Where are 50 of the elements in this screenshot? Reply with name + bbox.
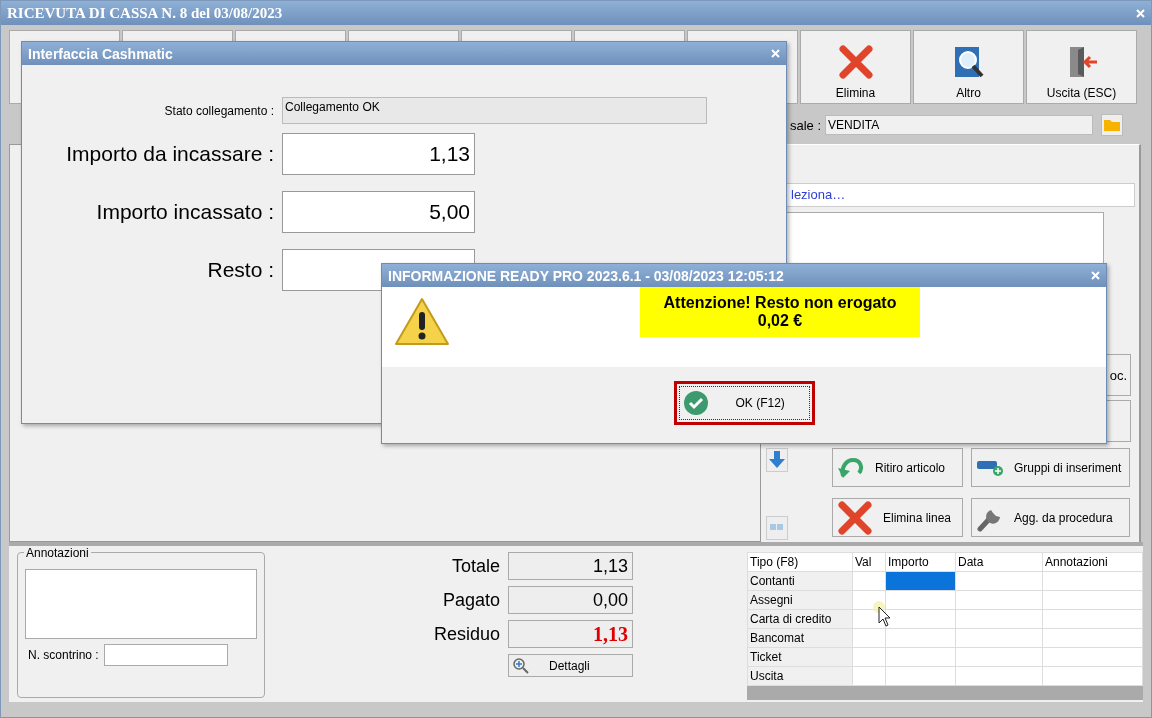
- undo-arrow-icon: [837, 455, 865, 480]
- column-header[interactable]: Val: [852, 552, 886, 572]
- column-header[interactable]: Annotazioni: [1042, 552, 1143, 572]
- close-icon[interactable]: [1136, 8, 1145, 18]
- causale-field[interactable]: VENDITA: [825, 115, 1094, 135]
- toolbar-button[interactable]: Uscita (ESC): [1026, 30, 1137, 104]
- scroll-bar[interactable]: [747, 686, 1143, 700]
- annotations-field[interactable]: [25, 569, 258, 639]
- amount-field[interactable]: 1,13: [282, 133, 475, 175]
- zoom-in-icon: [513, 657, 529, 674]
- field-label: Importo incassato :: [95, 200, 274, 224]
- field-label: sale :: [790, 117, 822, 133]
- window-title: RICEVUTA DI CASSA N. 8 del 03/08/2023: [7, 4, 283, 22]
- field-label: Resto :: [206, 258, 274, 282]
- close-icon[interactable]: [771, 49, 780, 58]
- action-button[interactable]: Ritiro articolo: [832, 448, 963, 487]
- warning-icon: [394, 297, 450, 347]
- cross-icon: [837, 44, 874, 80]
- toolbar-button[interactable]: Elimina: [800, 30, 911, 104]
- action-button[interactable]: Gruppi di inseriment: [971, 448, 1130, 487]
- toolbar-button[interactable]: Altro: [913, 30, 1024, 104]
- folder-icon: [1103, 118, 1122, 132]
- column-header[interactable]: Importo: [885, 552, 956, 572]
- close-icon[interactable]: [1091, 271, 1100, 280]
- group-title: Annotazioni: [24, 546, 91, 560]
- action-button[interactable]: Elimina linea: [832, 498, 963, 537]
- status-field: Collegamento OK: [282, 97, 707, 124]
- folder-button[interactable]: [1101, 114, 1124, 136]
- total-label: Residuo: [433, 623, 500, 645]
- dialog-title: Interfaccia Cashmatic: [28, 45, 173, 62]
- total-value: 0,00: [508, 586, 633, 614]
- total-value: 1,13: [508, 620, 633, 648]
- check-icon: [683, 391, 708, 415]
- field-label: Stato collegamento :: [163, 103, 274, 118]
- total-label: Pagato: [442, 589, 500, 611]
- action-button[interactable]: Agg. da procedura: [971, 498, 1130, 537]
- ok-button[interactable]: OK (F12): [678, 386, 810, 420]
- amount-field[interactable]: 5,00: [282, 191, 475, 233]
- total-label: Totale: [451, 555, 500, 577]
- cross-icon: [837, 499, 873, 536]
- field-label: N. scontrino :: [28, 648, 99, 662]
- dialog-title: INFORMAZIONE READY PRO 2023.6.1 - 03/08/2023 12:05:12: [388, 267, 784, 284]
- total-value: 1,13: [508, 552, 633, 580]
- message-text: Attenzione! Resto non erogato: [663, 294, 897, 312]
- column-header[interactable]: Data: [955, 552, 1043, 572]
- column-header[interactable]: Tipo (F8): [747, 552, 853, 572]
- details-button[interactable]: Dettagli: [508, 654, 633, 677]
- amount-text: 0,02 €: [757, 312, 803, 330]
- field-label: Importo da incassare :: [65, 142, 274, 166]
- receipt-field[interactable]: [103, 644, 228, 666]
